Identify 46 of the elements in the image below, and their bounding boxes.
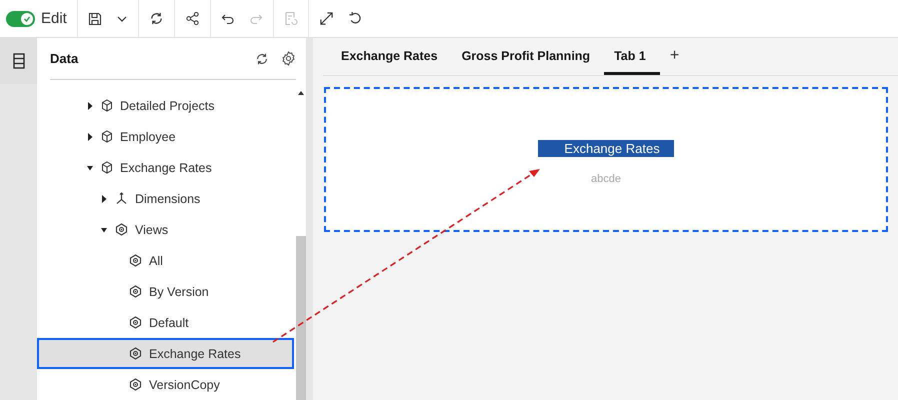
table-icon xyxy=(12,53,24,69)
caret-right-icon[interactable] xyxy=(101,194,107,202)
reset-icon[interactable] xyxy=(348,11,362,26)
scrollbar-thumb[interactable] xyxy=(296,236,306,400)
tree-item[interactable]: Views xyxy=(37,214,294,245)
data-panel-button[interactable] xyxy=(0,38,37,84)
edit-label: Edit xyxy=(41,10,67,27)
tree-item[interactable]: Default xyxy=(37,307,294,338)
caret-down-icon[interactable] xyxy=(87,164,93,172)
tree-item[interactable]: Detailed Projects xyxy=(37,90,294,121)
tree-item[interactable]: VersionCopy xyxy=(37,369,294,400)
add-tab-button[interactable]: + xyxy=(660,47,690,75)
tree-item[interactable]: By Version xyxy=(37,276,294,307)
tree-item[interactable]: All xyxy=(37,245,294,276)
drag-label: Exchange Rates xyxy=(538,140,674,157)
tab[interactable]: Exchange Rates xyxy=(331,49,452,75)
undo-icon[interactable] xyxy=(220,12,235,24)
hexagon-icon xyxy=(129,347,142,360)
hexagon-icon xyxy=(129,378,142,391)
tab[interactable]: Gross Profit Planning xyxy=(452,49,604,75)
hexagon-icon xyxy=(129,285,142,298)
tab[interactable]: Tab 1 xyxy=(604,49,660,75)
refresh-icon[interactable] xyxy=(148,11,164,26)
tree-item[interactable]: Employee xyxy=(37,121,294,152)
cube-icon xyxy=(101,161,113,174)
caret-right-icon[interactable] xyxy=(87,132,93,140)
caption-text: abcde xyxy=(591,173,621,185)
edit-toggle[interactable] xyxy=(6,10,35,26)
save-icon[interactable] xyxy=(88,12,102,26)
caret-down-icon[interactable] xyxy=(101,226,107,234)
caret-right-icon[interactable] xyxy=(87,102,93,110)
hexagon-icon xyxy=(129,316,142,329)
hexagon-icon xyxy=(115,223,128,236)
cube-icon xyxy=(101,130,113,143)
panel-title: Data xyxy=(50,51,80,66)
checkmark-icon xyxy=(23,14,31,22)
hexagon-icon xyxy=(129,254,142,267)
expand-icon[interactable] xyxy=(318,11,334,26)
settings-icon[interactable] xyxy=(281,51,296,66)
tree-item[interactable]: Exchange Rates xyxy=(37,338,294,369)
share-icon[interactable] xyxy=(184,11,200,26)
tree-item[interactable]: Exchange Rates xyxy=(37,152,294,183)
tree-item[interactable]: Dimensions xyxy=(37,183,294,214)
cube-icon xyxy=(101,99,113,112)
hierarchy-icon xyxy=(115,192,128,205)
refresh-icon[interactable] xyxy=(255,52,269,66)
